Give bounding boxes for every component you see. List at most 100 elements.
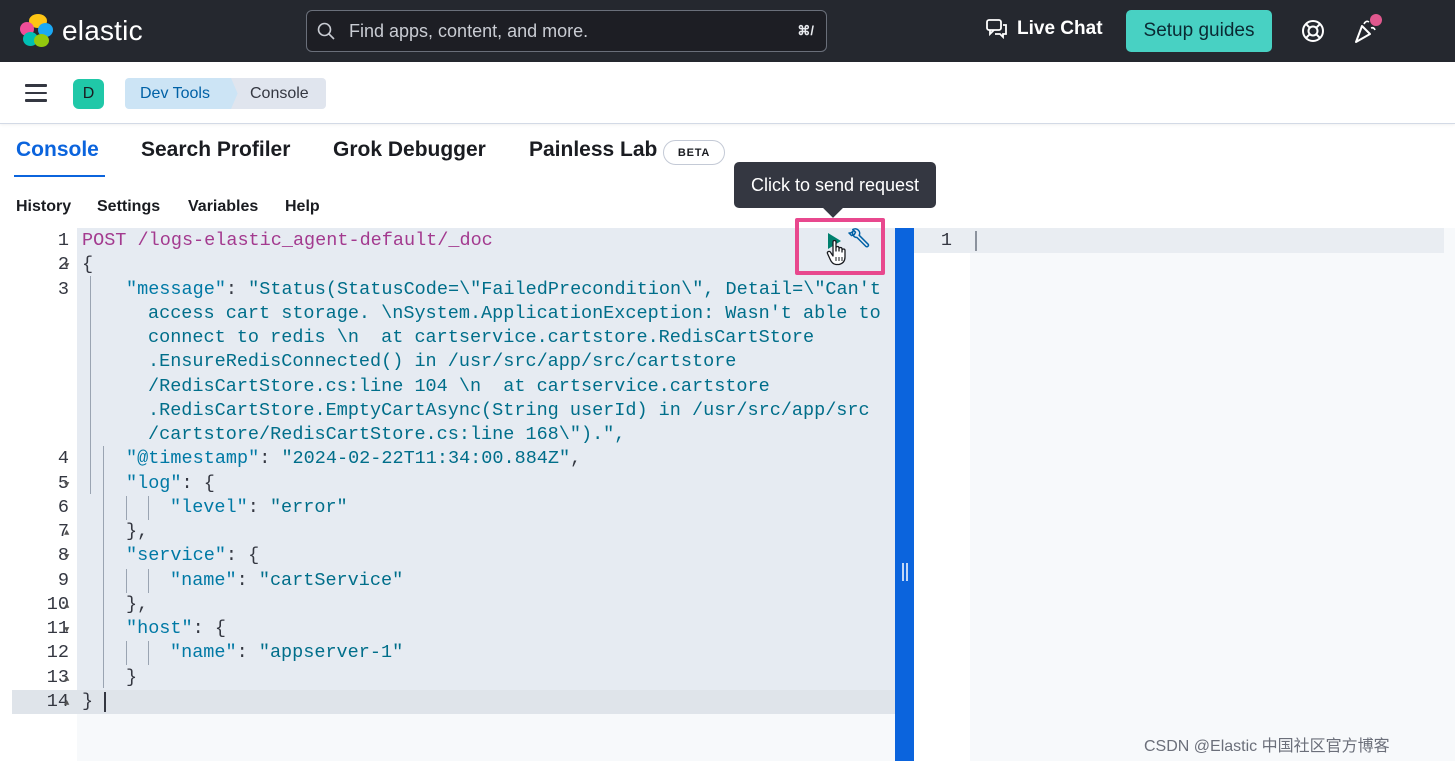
tab-console[interactable]: Console <box>16 138 99 162</box>
live-chat-label: Live Chat <box>1017 18 1103 39</box>
line-number: 9 <box>57 570 69 591</box>
fold-icon[interactable]: ▲ <box>64 601 69 611</box>
code-line-14: } <box>82 691 94 712</box>
code-line-2: { <box>82 253 93 277</box>
active-line <box>12 690 895 714</box>
json-value-message-5: .RedisCartStore.EmptyCartAsync(String us… <box>148 400 870 421</box>
json-value-service-name: "cartService" <box>258 570 404 591</box>
output-cursor <box>975 231 977 251</box>
active-tab-indicator <box>14 175 105 177</box>
json-value-timestamp: "2024-02-22T11:34:00.884Z" <box>281 448 571 469</box>
json-key-message: "message" <box>126 279 226 300</box>
indent-guide <box>90 276 91 494</box>
line-number: 1 <box>57 230 69 251</box>
output-active-line <box>914 228 1444 253</box>
json-key-service: "service" <box>126 545 226 566</box>
indent-guide <box>126 569 127 593</box>
menu-history[interactable]: History <box>16 198 71 216</box>
json-key-host-name: "name" <box>170 642 237 663</box>
live-chat-button[interactable]: Live Chat <box>986 18 1103 40</box>
json-value-message-2: connect to redis \n at cartservice.carts… <box>148 327 815 348</box>
line-number: 6 <box>57 497 69 518</box>
json-key-level: "level" <box>170 497 248 518</box>
line-number: 2 <box>57 254 69 275</box>
fold-icon[interactable]: ▼ <box>64 552 69 562</box>
indent-guide <box>148 496 149 520</box>
fold-icon[interactable]: ▲ <box>64 698 69 708</box>
notification-dot <box>1370 14 1382 26</box>
text-cursor <box>104 692 106 712</box>
breadcrumb-dev-tools[interactable]: Dev Tools <box>125 78 239 109</box>
json-value-message-6: /cartstore/RedisCartStore.cs:line 168\")… <box>148 424 626 445</box>
code-line-5: "log": { <box>126 473 215 494</box>
elastic-logo-icon <box>20 14 54 48</box>
chat-icon <box>986 19 1007 39</box>
editor-empty-area <box>77 714 895 761</box>
output-line-number: 1 <box>940 230 952 251</box>
line-number: 12 <box>46 642 69 663</box>
code-line-9: "name": "cartService" <box>170 570 404 591</box>
fold-icon[interactable]: ▲ <box>64 674 69 684</box>
code-line-4: "@timestamp": "2024-02-22T11:34:00.884Z"… <box>126 448 582 469</box>
brand-name: elastic <box>62 15 143 46</box>
indent-guide <box>148 569 149 593</box>
beta-badge: BETA <box>663 140 725 165</box>
request-editor[interactable]: 1 2 ▼ 3 4 5 ▼ 6 7 ▲ 8 ▼ 9 10 ▲ 11 ▼ 12 1… <box>12 228 895 761</box>
code-line-3: "message": "Status(StatusCode=\"FailedPr… <box>126 279 881 300</box>
dev-tools-tabs: Console Search Profiler Grok Debugger Pa… <box>0 124 1455 178</box>
fold-icon[interactable]: ▼ <box>64 261 69 271</box>
request-path: /logs-elastic_agent-default/_doc <box>137 230 493 251</box>
tab-grok-debugger[interactable]: Grok Debugger <box>333 138 486 162</box>
json-value-level: "error" <box>269 497 348 518</box>
code-line-11: "host": { <box>126 618 226 639</box>
global-search[interactable]: ⌘/ <box>306 10 827 52</box>
line-number: 3 <box>57 279 69 300</box>
json-value-message-1: access cart storage. \nSystem.Applicatio… <box>148 303 881 324</box>
top-header: elastic ⌘/ Live Chat Setup guides <box>0 0 1455 62</box>
wrench-icon[interactable] <box>847 228 871 252</box>
json-key-host: "host" <box>126 618 193 639</box>
line-number: 8 <box>57 545 69 566</box>
line-number: 10 <box>46 594 69 615</box>
tab-painless-lab[interactable]: Painless Lab <box>529 138 657 162</box>
fold-icon[interactable]: ▼ <box>64 625 69 635</box>
line-number: 13 <box>46 667 69 688</box>
elastic-logo[interactable]: elastic <box>20 14 143 48</box>
menu-variables[interactable]: Variables <box>188 198 258 216</box>
resizer-grip-icon <box>902 563 908 581</box>
code-line-10: }, <box>126 594 149 615</box>
json-value-message-4: /RedisCartStore.cs:line 104 \n at cartse… <box>148 376 770 397</box>
fold-icon[interactable]: ▼ <box>64 480 69 490</box>
json-value-message-3: .EnsureRedisConnected() in /usr/src/app/… <box>148 351 737 372</box>
setup-guides-button[interactable]: Setup guides <box>1126 10 1272 52</box>
search-input[interactable] <box>349 11 769 51</box>
panel-resizer[interactable] <box>895 228 914 761</box>
menu-settings[interactable]: Settings <box>97 198 160 216</box>
space-avatar[interactable]: D <box>73 79 104 109</box>
line-number: 14 <box>46 691 69 712</box>
pointer-hand-icon <box>826 240 846 266</box>
request-method: POST <box>82 230 127 251</box>
help-icon[interactable] <box>1301 19 1325 43</box>
json-key-service-name: "name" <box>170 570 237 591</box>
code-line-1: POST /logs-elastic_agent-default/_doc <box>82 229 493 253</box>
tab-search-profiler[interactable]: Search Profiler <box>141 138 290 162</box>
code-line-7: }, <box>126 521 149 542</box>
json-key-log: "log" <box>126 473 182 494</box>
code-line-8: "service": { <box>126 545 260 566</box>
send-request-tooltip: Click to send request <box>734 162 936 208</box>
indent-guide <box>126 496 127 520</box>
code-line-12: "name": "appserver-1" <box>170 642 404 663</box>
menu-toggle-icon[interactable] <box>25 84 47 102</box>
menu-help[interactable]: Help <box>285 198 320 216</box>
indent-guide <box>103 446 104 688</box>
line-number: 7 <box>57 521 69 542</box>
code-line-13: } <box>126 667 138 688</box>
json-value-message-0: "Status(StatusCode=\"FailedPrecondition\… <box>248 279 881 300</box>
fold-icon[interactable]: ▲ <box>64 528 69 538</box>
indent-guide <box>148 641 149 665</box>
search-shortcut: ⌘/ <box>797 23 814 38</box>
breadcrumb-bar: D Dev Tools Console <box>0 62 1455 124</box>
response-output-panel[interactable]: 1 <box>914 228 1455 761</box>
indent-guide <box>126 641 127 665</box>
